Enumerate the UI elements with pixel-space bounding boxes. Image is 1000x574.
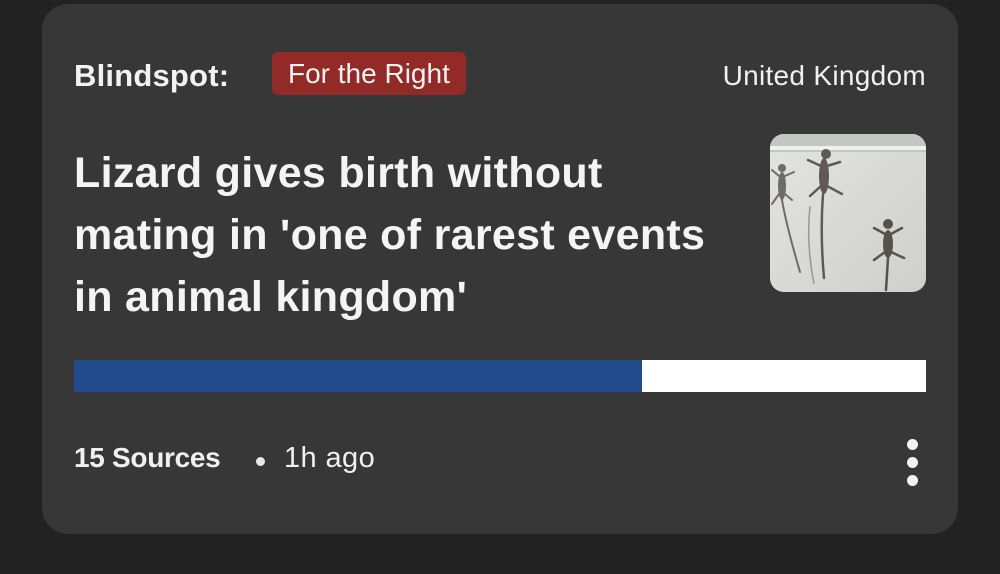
blindspot-badge: For the Right <box>272 52 466 95</box>
more-vertical-icon-dot <box>907 474 918 486</box>
time-ago: 1h ago <box>284 442 376 474</box>
sources-count[interactable]: 15 Sources <box>74 442 221 474</box>
card-header: Blindspot: For the Right United Kingdom <box>74 52 926 98</box>
bias-distribution-bar <box>74 360 926 392</box>
story-thumbnail[interactable] <box>770 134 926 292</box>
card-footer: 15 Sources 1h ago <box>74 438 926 486</box>
bias-bar-left-segment <box>74 360 643 392</box>
region-label: United Kingdom <box>722 60 926 91</box>
lizard-photo-icon <box>770 134 926 292</box>
separator-dot <box>256 457 265 466</box>
story-headline[interactable]: Lizard gives birth without mating in 'on… <box>74 142 714 328</box>
blindspot-label: Blindspot: <box>74 58 230 93</box>
more-vertical-icon <box>907 438 918 450</box>
more-vertical-icon-dot <box>907 456 918 468</box>
more-options-button[interactable] <box>882 436 926 488</box>
news-story-card[interactable]: Blindspot: For the Right United Kingdom … <box>42 4 958 534</box>
